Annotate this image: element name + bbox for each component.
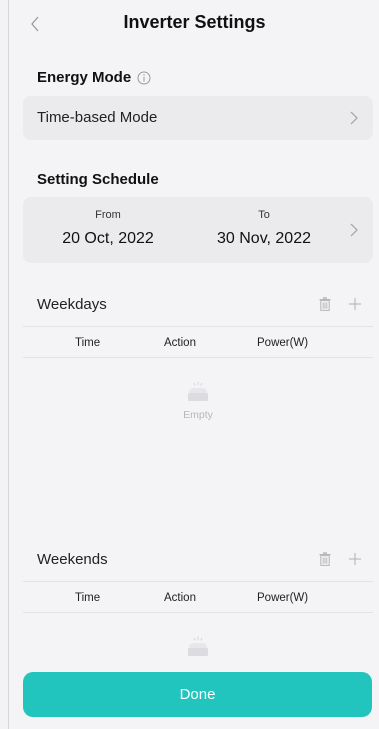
schedule-from: From 20 Oct, 2022 xyxy=(33,209,183,248)
trash-icon[interactable] xyxy=(317,296,333,312)
schedule-to: To 30 Nov, 2022 xyxy=(189,209,339,248)
weekdays-actions xyxy=(317,296,363,312)
column-header-action: Action xyxy=(164,337,196,349)
inverter-settings-screen: Inverter Settings Energy Mode Time-based… xyxy=(8,0,379,729)
from-date: 20 Oct, 2022 xyxy=(62,230,154,247)
weekends-section: Weekends Time Action Power(W) xyxy=(23,549,373,669)
empty-box-icon xyxy=(188,381,208,401)
trash-icon[interactable] xyxy=(317,551,333,567)
weekends-table-header: Time Action Power(W) xyxy=(23,581,373,613)
column-header-time: Time xyxy=(75,592,101,604)
to-label: To xyxy=(258,209,270,221)
weekends-actions xyxy=(317,551,363,567)
column-header-power: Power(W) xyxy=(257,592,309,604)
weekdays-title: Weekdays xyxy=(37,296,107,313)
weekdays-section: Weekdays Time Action Power(W) Empty xyxy=(23,294,373,464)
weekdays-empty-state: Empty xyxy=(23,380,373,421)
chevron-right-icon xyxy=(350,111,358,125)
energy-mode-value: Time-based Mode xyxy=(37,109,158,126)
energy-mode-text: Energy Mode xyxy=(37,69,132,86)
plus-icon[interactable] xyxy=(347,551,363,567)
schedule-date-range[interactable]: From 20 Oct, 2022 To 30 Nov, 2022 xyxy=(23,197,373,263)
column-header-action: Action xyxy=(164,592,196,604)
weekends-empty-state xyxy=(23,635,373,662)
header: Inverter Settings xyxy=(9,0,379,48)
info-icon[interactable] xyxy=(137,71,151,85)
page-title: Inverter Settings xyxy=(123,12,266,32)
energy-mode-label: Energy Mode xyxy=(37,69,151,86)
done-button[interactable]: Done xyxy=(23,672,372,717)
weekdays-table-header: Time Action Power(W) xyxy=(23,326,373,358)
to-date: 30 Nov, 2022 xyxy=(217,230,311,247)
plus-icon[interactable] xyxy=(347,296,363,312)
column-header-power: Power(W) xyxy=(257,337,309,349)
setting-schedule-label: Setting Schedule xyxy=(37,171,159,188)
weekends-title: Weekends xyxy=(37,551,108,568)
from-label: From xyxy=(95,209,121,221)
empty-text: Empty xyxy=(183,409,213,421)
energy-mode-selector[interactable]: Time-based Mode xyxy=(23,96,373,140)
empty-box-icon xyxy=(188,636,208,656)
chevron-right-icon xyxy=(350,223,358,237)
column-header-time: Time xyxy=(75,337,101,349)
